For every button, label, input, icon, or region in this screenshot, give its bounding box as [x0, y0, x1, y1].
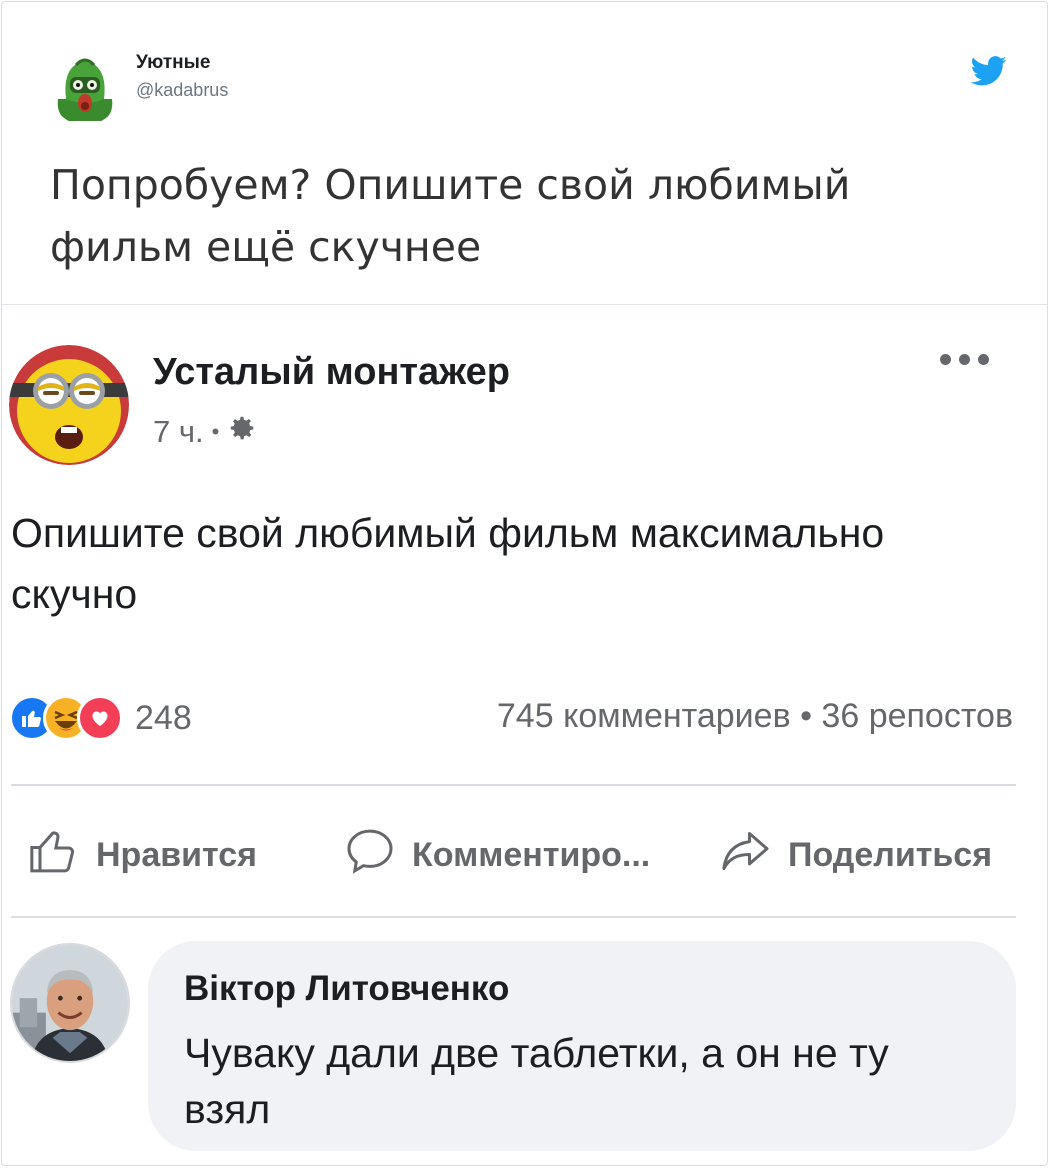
comment-author-avatar[interactable] [10, 943, 130, 1063]
gear-icon[interactable] [227, 413, 257, 451]
comment-text: Чуваку дали две таблетки, а он не ту взя… [184, 1030, 889, 1132]
like-button[interactable]: Нравится [26, 820, 257, 890]
fb-action-bar: Нравится Комментиро... Поделиться [2, 820, 1047, 890]
tweet-author-handle[interactable]: @kadabrus [136, 80, 228, 101]
actions-divider-bottom [11, 916, 1016, 918]
comment-button[interactable]: Комментиро... [342, 820, 650, 890]
comment-author-name[interactable]: Віктор Литовченко [184, 969, 509, 1009]
comment-label: Комментиро... [412, 835, 651, 874]
tweet-card: Уютные @kadabrus Попробуем? Опишите свой… [1, 1, 1048, 1166]
tweet-header: Уютные @kadabrus [2, 2, 1047, 142]
tweet-text: Попробуем? Опишите свой любимый фильм ещ… [50, 161, 851, 271]
like-label: Нравится [96, 835, 257, 874]
fb-post-meta: 7 ч. • [153, 413, 257, 451]
fb-author-name[interactable]: Усталый монтажер [153, 351, 510, 394]
share-label: Поделиться [788, 835, 993, 874]
reaction-count: 248 [135, 698, 192, 737]
tweet-author-name[interactable]: Уютные [136, 52, 210, 74]
more-options-icon[interactable] [940, 347, 996, 371]
fb-post-time[interactable]: 7 ч. [153, 414, 204, 450]
share-button[interactable]: Поделиться [718, 820, 992, 890]
twitter-bird-icon[interactable] [970, 56, 1007, 86]
embedded-facebook-post: Усталый монтажер 7 ч. • Опишите свой люб… [2, 305, 1047, 1165]
meta-separator: • [211, 419, 220, 444]
tweet-author-avatar[interactable] [50, 55, 120, 125]
thumbs-up-icon [26, 823, 82, 888]
fb-post-text: Опишите свой любимый фильм максимально с… [11, 510, 885, 617]
actions-divider-top [11, 784, 1016, 786]
share-arrow-icon [718, 823, 774, 888]
fb-author-avatar[interactable] [9, 345, 129, 465]
fb-post-stats[interactable]: 745 комментариев • 36 репостов [497, 697, 1013, 736]
love-icon [77, 695, 123, 741]
comment-bubble: Віктор Литовченко Чуваку дали две таблет… [148, 941, 1016, 1151]
fb-reactions[interactable]: 248 [9, 693, 192, 743]
comment-bubble-icon [342, 823, 398, 888]
